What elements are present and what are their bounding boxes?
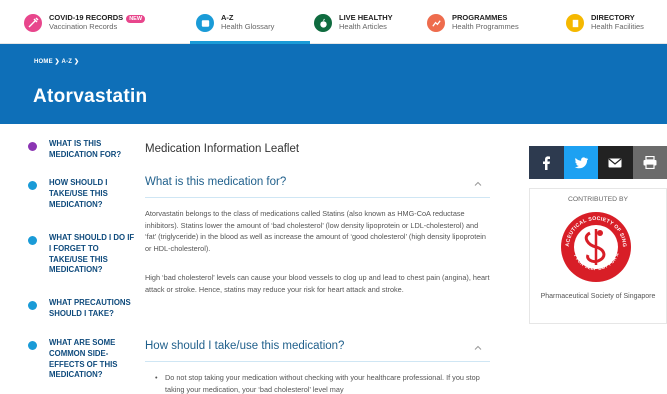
nav-subtitle: Health Articles xyxy=(339,22,387,31)
print-button[interactable] xyxy=(632,146,667,179)
print-icon xyxy=(643,156,657,169)
contributor-card: CONTRIBUTED BY PHARMACEUTICAL SOCIETY OF… xyxy=(529,188,667,324)
toc-item-label: HOW SHOULD I TAKE/USE THIS MEDICATION? xyxy=(49,178,108,209)
syringe-icon xyxy=(24,14,42,32)
nav-programmes[interactable]: PROGRAMMES Health Programmes xyxy=(427,7,519,39)
toc-bullet xyxy=(28,341,37,350)
nav-subtitle: Vaccination Records xyxy=(49,22,118,31)
toc-bullet xyxy=(28,181,37,190)
section-heading: How should I take/use this medication? xyxy=(145,340,345,352)
toc-item-label: WHAT PRECAUTIONS SHOULD I TAKE? xyxy=(49,298,131,318)
contributor-name[interactable]: Pharmaceutical Society of Singapore xyxy=(530,292,666,302)
list-item-text: Do not stop taking your medication witho… xyxy=(165,373,480,394)
building-icon xyxy=(566,14,584,32)
section-paragraph: High ‘bad cholesterol’ levels can cause … xyxy=(145,273,490,294)
facebook-share-button[interactable] xyxy=(529,146,564,179)
new-badge: NEW xyxy=(126,14,146,23)
nav-a-z[interactable]: A-Z Health Glossary xyxy=(196,7,274,39)
chevron-up-icon[interactable] xyxy=(474,344,482,352)
nav-subtitle: Health Facilities xyxy=(591,22,644,31)
section-header-how-should-i-take[interactable]: How should I take/use this medication? xyxy=(145,340,490,362)
facebook-icon xyxy=(543,155,551,170)
nav-live-healthy[interactable]: LIVE HEALTHY Health Articles xyxy=(314,7,393,39)
toc-item-how-to-take[interactable]: HOW SHOULD I TAKE/USE THIS MEDICATION? xyxy=(28,178,138,210)
heart-apple-icon xyxy=(314,14,332,32)
toc-item-label: WHAT SHOULD I DO IF I FORGET TO TAKE/USE… xyxy=(49,233,135,275)
twitter-icon xyxy=(574,156,588,168)
contributed-by-label: CONTRIBUTED BY xyxy=(567,196,629,203)
page-title: Atorvastatin xyxy=(33,86,148,107)
toc-item-label: WHAT IS THIS MEDICATION FOR? xyxy=(49,139,122,159)
chevron-up-icon[interactable] xyxy=(474,180,482,188)
toc-item-what-is-this-medication-for[interactable]: WHAT IS THIS MEDICATION FOR? xyxy=(28,139,138,161)
toc-item-side-effects[interactable]: WHAT ARE SOME COMMON SIDE-EFFECTS OF THI… xyxy=(28,338,138,381)
email-icon xyxy=(608,158,622,167)
nav-subtitle: Health Programmes xyxy=(452,22,519,31)
toc-bullet xyxy=(28,301,37,310)
page-banner: HOME ❯ A-Z ❯ Atorvastatin xyxy=(0,44,667,124)
top-navigation: COVID-19 RECORDS NEW Vaccination Records … xyxy=(0,0,667,44)
programme-icon xyxy=(427,14,445,32)
pharmaceutical-society-logo: PHARMACEUTICAL SOCIETY OF SINGAPORE NOT … xyxy=(560,211,631,282)
book-icon xyxy=(196,14,214,32)
leaflet-title: Medication Information Leaflet xyxy=(145,143,300,155)
toc-bullet-active xyxy=(28,142,37,151)
toc-bullet xyxy=(28,236,37,245)
nav-subtitle: Health Glossary xyxy=(221,22,275,31)
section-header-what-is-this-medication-for[interactable]: What is this medication for? xyxy=(145,176,490,198)
section-heading: What is this medication for? xyxy=(145,176,287,188)
nav-covid-records[interactable]: COVID-19 RECORDS NEW Vaccination Records xyxy=(24,7,146,39)
toc-item-precautions[interactable]: WHAT PRECAUTIONS SHOULD I TAKE? xyxy=(28,298,138,320)
email-share-button[interactable] xyxy=(598,146,633,179)
share-bar xyxy=(529,146,667,179)
toc-item-label: WHAT ARE SOME COMMON SIDE-EFFECTS OF THI… xyxy=(49,338,118,380)
instruction-list: • Do not stop taking your medication wit… xyxy=(155,372,485,394)
nav-directory[interactable]: DIRECTORY Health Facilities xyxy=(566,7,644,39)
list-item: • Do not stop taking your medication wit… xyxy=(155,372,485,394)
breadcrumb[interactable]: HOME ❯ A-Z ❯ xyxy=(34,58,79,65)
section-paragraph: Atorvastatin belongs to the class of med… xyxy=(145,209,486,254)
toc-item-forget-to-take[interactable]: WHAT SHOULD I DO IF I FORGET TO TAKE/USE… xyxy=(28,233,138,276)
twitter-share-button[interactable] xyxy=(563,146,598,179)
